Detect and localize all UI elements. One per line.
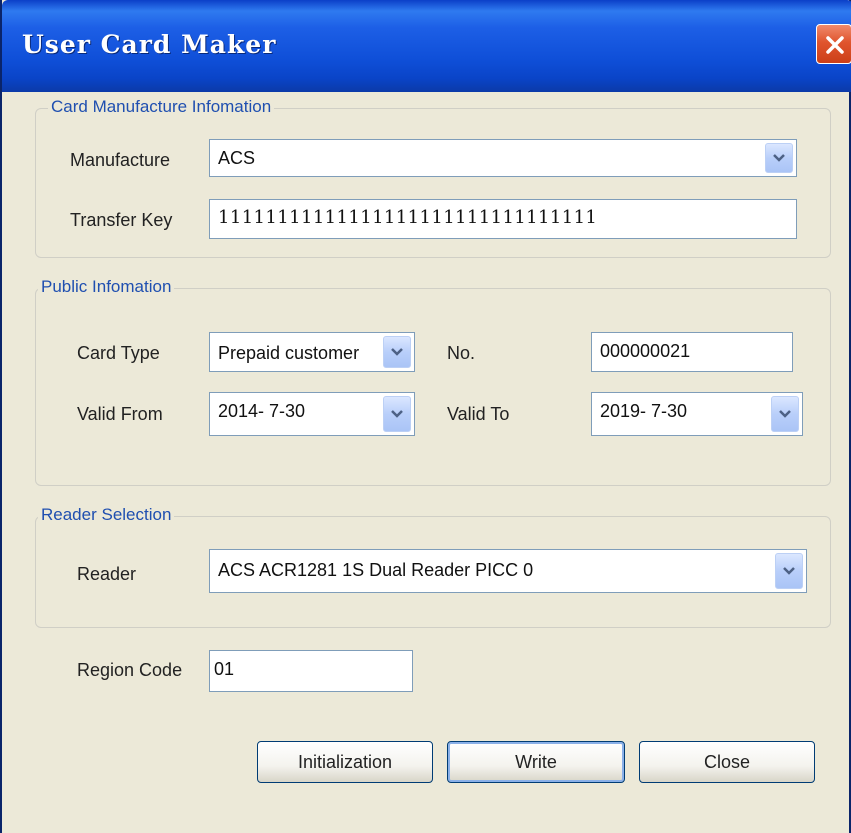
close-icon bbox=[826, 36, 844, 54]
valid-to-label: Valid To bbox=[447, 404, 510, 424]
valid-from-label: Valid From bbox=[77, 404, 163, 424]
valid-from-dropdown-button[interactable] bbox=[383, 396, 411, 432]
close-button[interactable]: Close bbox=[639, 741, 815, 783]
card-type-label: Card Type bbox=[77, 343, 160, 363]
chevron-down-icon bbox=[391, 348, 403, 356]
manufacture-select[interactable]: ACS bbox=[209, 139, 797, 177]
region-code-value: 01 bbox=[214, 659, 235, 679]
chevron-down-icon bbox=[391, 410, 403, 418]
chevron-down-icon bbox=[773, 154, 785, 162]
chevron-down-icon bbox=[783, 567, 795, 575]
region-code-input[interactable]: 01 bbox=[209, 650, 413, 692]
window-close-button[interactable] bbox=[816, 24, 851, 64]
user-card-maker-window: User Card Maker Card Manufacture Infomat… bbox=[0, 0, 851, 833]
chevron-down-icon bbox=[779, 410, 791, 418]
title-bar[interactable]: User Card Maker bbox=[2, 0, 851, 92]
transfer-key-value: 11111111111111111111111111111111 bbox=[218, 207, 598, 228]
region-code-label: Region Code bbox=[77, 660, 183, 680]
no-input[interactable]: 000000021 bbox=[591, 332, 793, 372]
reader-value: ACS ACR1281 1S Dual Reader PICC 0 bbox=[218, 560, 534, 580]
initialization-button[interactable]: Initialization bbox=[257, 741, 433, 783]
valid-from-datepicker[interactable]: 2014- 7-30 bbox=[209, 392, 415, 436]
reader-dropdown-button[interactable] bbox=[775, 553, 803, 589]
valid-from-value: 2014- 7-30 bbox=[218, 401, 306, 421]
transfer-key-label: Transfer Key bbox=[70, 210, 173, 230]
public-info-group-legend: Public Infomation bbox=[38, 277, 175, 297]
reader-select[interactable]: ACS ACR1281 1S Dual Reader PICC 0 bbox=[209, 549, 807, 593]
manufacture-dropdown-button[interactable] bbox=[765, 143, 793, 173]
card-type-value: Prepaid customer bbox=[218, 343, 360, 363]
reader-label: Reader bbox=[77, 564, 137, 584]
valid-to-datepicker[interactable]: 2019- 7-30 bbox=[591, 392, 803, 436]
card-type-dropdown-button[interactable] bbox=[383, 336, 411, 368]
public-info-groupbox: Public Infomation bbox=[35, 277, 831, 486]
manufacture-label: Manufacture bbox=[70, 150, 171, 170]
window-title: User Card Maker bbox=[22, 30, 277, 59]
reader-group-legend: Reader Selection bbox=[38, 505, 175, 525]
transfer-key-input[interactable]: 11111111111111111111111111111111 bbox=[209, 199, 797, 239]
valid-to-value: 2019- 7-30 bbox=[600, 401, 688, 421]
manufacture-select-value: ACS bbox=[218, 148, 256, 168]
no-value: 000000021 bbox=[600, 341, 691, 361]
card-type-select[interactable]: Prepaid customer bbox=[209, 332, 415, 372]
no-label: No. bbox=[447, 343, 476, 363]
write-button[interactable]: Write bbox=[447, 741, 625, 783]
valid-to-dropdown-button[interactable] bbox=[771, 396, 799, 432]
manufacture-group-legend: Card Manufacture Infomation bbox=[48, 97, 275, 117]
